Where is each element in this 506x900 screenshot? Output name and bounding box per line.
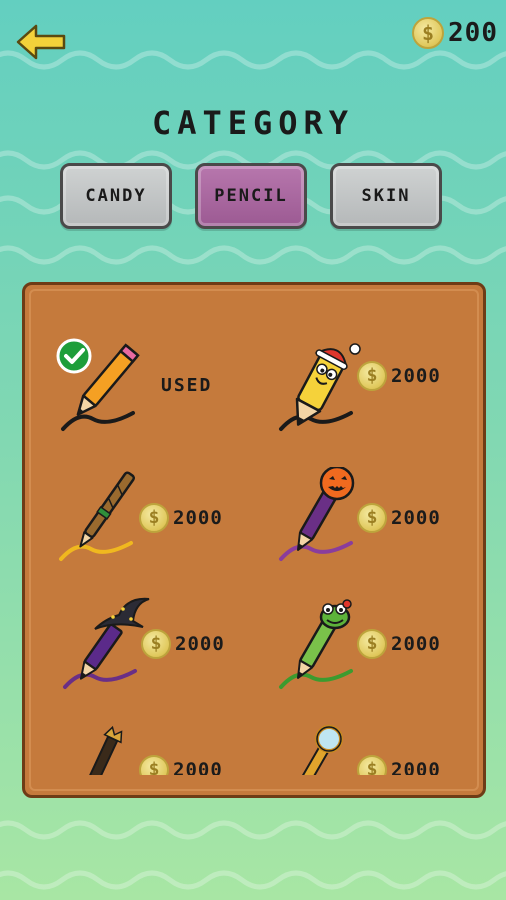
coin-balance: $ 200 [412, 16, 498, 50]
shop-panel: USED $ 2000 $ 2000 $ 2000 $ 2000 $ 2000 … [22, 282, 486, 798]
price-value: 2000 [391, 507, 441, 529]
shop-item-orange-pencil[interactable]: USED [51, 337, 271, 447]
coin-icon: $ [357, 629, 387, 659]
coin-icon: $ [141, 629, 171, 659]
coin-total: 200 [448, 18, 498, 48]
shop-item-santa-pencil[interactable]: $ 2000 [267, 337, 483, 447]
check-icon [56, 338, 92, 374]
pumpkin-pencil-icon [279, 467, 355, 561]
pencil-grid[interactable]: USED $ 2000 $ 2000 $ 2000 $ 2000 $ 2000 … [25, 285, 483, 775]
price-tag: $ 2000 [139, 755, 223, 775]
frog-pencil-icon [279, 599, 353, 689]
crown-brush-pencil-icon [88, 725, 123, 775]
price-value: 2000 [391, 365, 441, 387]
price-tag: $ 2000 [357, 503, 441, 533]
shop-item-magnifier-pencil[interactable]: $ 2000 [267, 723, 483, 775]
price-value: 2000 [391, 759, 441, 775]
price-value: 2000 [173, 507, 223, 529]
price-tag: $ 2000 [139, 503, 223, 533]
back-arrow-icon [16, 24, 66, 60]
shop-item-frog-pencil[interactable]: $ 2000 [267, 595, 483, 705]
price-tag: $ 2000 [357, 361, 441, 391]
tab-skin[interactable]: SKIN [330, 163, 442, 229]
shop-item-pumpkin-pencil[interactable]: $ 2000 [267, 467, 483, 577]
price-value: 2000 [175, 633, 225, 655]
page-title: CATEGORY [151, 104, 355, 142]
coin-icon: $ [357, 361, 387, 391]
shop-item-witch-pencil[interactable]: $ 2000 [51, 595, 271, 705]
yellow-santa-pencil-icon [279, 343, 361, 431]
used-label: USED [161, 375, 213, 396]
coin-icon: $ [357, 755, 387, 775]
shop-item-crown-pencil[interactable]: $ 2000 [51, 723, 271, 775]
price-tag: $ 2000 [357, 755, 441, 775]
price-value: 2000 [173, 759, 223, 775]
tab-pencil[interactable]: PENCIL [195, 163, 307, 229]
price-tag: $ 2000 [357, 629, 441, 659]
magnifier-pencil-icon [299, 725, 343, 775]
price-value: 2000 [391, 633, 441, 655]
shop-item-broom-pencil[interactable]: $ 2000 [51, 467, 271, 577]
coin-icon: $ [412, 17, 445, 49]
coin-icon: $ [357, 503, 387, 533]
tab-candy[interactable]: CANDY [60, 163, 172, 229]
broom-pencil-icon [59, 471, 135, 561]
coin-icon: $ [139, 503, 169, 533]
back-button[interactable] [14, 22, 70, 62]
price-tag: $ 2000 [141, 629, 225, 659]
coin-icon: $ [139, 755, 169, 775]
